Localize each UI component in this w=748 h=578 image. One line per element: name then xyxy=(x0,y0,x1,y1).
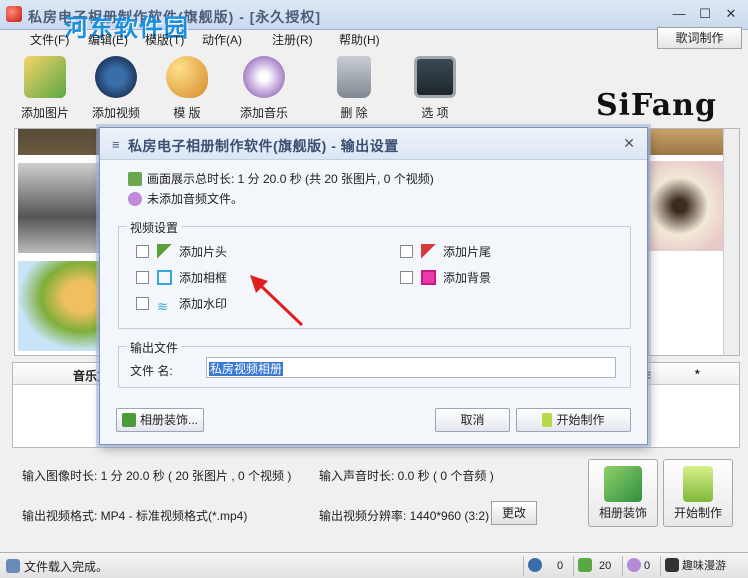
dialog-title: 私房电子相册制作软件(旗舰版) - 输出设置 xyxy=(128,138,399,154)
add-background-checkbox[interactable] xyxy=(400,271,413,284)
fun-tour-cell[interactable]: 趣味漫游 xyxy=(660,556,744,576)
dialog-title-bar: ≡ 私房电子相册制作软件(旗舰版) - 输出设置 ✕ xyxy=(100,128,647,160)
video-settings-group: 视频设置 添加片头 添加相框 ≋ 添加水印 添加片尾 添加背景 xyxy=(118,219,631,329)
image-duration-text: 输入图像时长: 1 分 20.0 秒 ( 20 张图片 , 0 个视频 ) xyxy=(22,469,292,483)
minimize-button[interactable]: — xyxy=(666,5,692,23)
image-count-cell: 20 xyxy=(573,556,619,576)
audio-count-icon xyxy=(627,558,641,572)
maximize-button[interactable]: ☐ xyxy=(692,5,718,23)
video-settings-label: 视频设置 xyxy=(127,219,182,236)
resolution-text: 输出视频分辨率: 1440*960 (3:2) xyxy=(319,509,490,523)
template-label: 模 版 xyxy=(173,106,201,120)
start-zip-icon xyxy=(683,466,713,502)
add-frame-checkbox[interactable] xyxy=(136,271,149,284)
no-audio-line: 未添加音频文件。 xyxy=(128,190,243,207)
start-making-big-label: 开始制作 xyxy=(673,506,722,520)
options-button[interactable]: 选 项 xyxy=(400,52,470,121)
red-arrow-annotation xyxy=(250,275,304,327)
trash-icon xyxy=(337,56,371,98)
decorate-album-big-label: 相册装饰 xyxy=(598,506,647,520)
status-text: 文件载入完成。 xyxy=(24,560,109,574)
preview-image xyxy=(649,161,725,251)
album-decorate-icon xyxy=(604,466,642,502)
film-icon xyxy=(665,558,679,572)
output-file-label: 输出文件 xyxy=(127,339,182,356)
video-count-icon xyxy=(528,558,542,572)
decorate-album-big-button[interactable]: 相册装饰 xyxy=(588,459,658,527)
status-bar: 文件载入完成。 0 20 0 趣味漫游 xyxy=(0,552,748,578)
change-button[interactable]: 更改 xyxy=(491,501,537,525)
add-background-option[interactable]: 添加背景 xyxy=(400,269,491,286)
album-decorate-small-icon xyxy=(121,413,136,427)
brand-logo: SiFang xyxy=(596,88,717,123)
preview-panel xyxy=(648,128,740,356)
add-watermark-option[interactable]: ≋ 添加水印 xyxy=(136,295,227,314)
video-count-cell: 0 xyxy=(523,556,569,576)
palette-icon xyxy=(166,56,208,98)
music-disc-icon xyxy=(243,56,285,98)
add-footer-option[interactable]: 添加片尾 xyxy=(400,243,491,260)
background-image-icon xyxy=(421,270,436,285)
add-video-icon xyxy=(95,56,137,98)
album-decorate-button[interactable]: 相册装饰... xyxy=(116,408,204,432)
menu-bar: 文件(F) 编辑(E) 模版(T) 动作(A) 注册(R) 帮助(H) xyxy=(0,30,748,48)
options-label: 选 项 xyxy=(421,106,449,120)
menu-template[interactable]: 模版(T) xyxy=(145,31,184,48)
video-format-text: 输出视频格式: MP4 - 标准视频格式(*.mp4) xyxy=(22,509,248,523)
start-zip-small-icon xyxy=(542,413,553,427)
cancel-button[interactable]: 取消 xyxy=(435,408,510,432)
frame-icon xyxy=(157,270,172,285)
dialog-close-button[interactable]: ✕ xyxy=(623,135,635,152)
preview-image xyxy=(649,129,725,155)
image-count-icon xyxy=(578,558,592,572)
image-duration-icon xyxy=(128,172,142,186)
vertical-scrollbar[interactable] xyxy=(723,129,739,355)
watermark-wave-icon: ≋ xyxy=(157,299,168,314)
add-watermark-checkbox[interactable] xyxy=(136,297,149,310)
close-button[interactable]: ✕ xyxy=(718,5,744,23)
add-image-button[interactable]: 添加图片 xyxy=(10,52,80,121)
app-logo-icon xyxy=(6,6,22,22)
menu-edit[interactable]: 编辑(E) xyxy=(88,31,128,48)
menu-action[interactable]: 动作(A) xyxy=(202,31,242,48)
green-flag-icon xyxy=(157,244,172,259)
dialog-menu-icon: ≡ xyxy=(112,137,120,152)
filename-label: 文件 名: xyxy=(130,364,173,378)
filename-input[interactable]: 私房视频相册 xyxy=(206,357,616,378)
add-header-checkbox[interactable] xyxy=(136,245,149,258)
title-bar: 私房电子相册制作软件(旗舰版) - [永久授权] 河东软件园 — ☐ ✕ xyxy=(0,0,748,42)
template-button[interactable]: 模 版 xyxy=(152,52,222,121)
audio-icon xyxy=(128,192,142,206)
add-music-label: 添加音乐 xyxy=(239,106,288,120)
menu-register[interactable]: 注册(R) xyxy=(272,31,313,48)
start-making-button[interactable]: 开始制作 xyxy=(516,408,631,432)
menu-file[interactable]: 文件(F) xyxy=(30,31,69,48)
menu-help[interactable]: 帮助(H) xyxy=(339,31,380,48)
lyric-button[interactable]: 歌词制作 xyxy=(657,27,742,49)
start-making-big-button[interactable]: 开始制作 xyxy=(663,459,733,527)
add-footer-checkbox[interactable] xyxy=(400,245,413,258)
settings-monitor-icon xyxy=(414,56,456,98)
delete-label: 删 除 xyxy=(340,106,368,120)
add-music-button[interactable]: 添加音乐 xyxy=(229,52,299,121)
add-header-option[interactable]: 添加片头 xyxy=(136,243,227,260)
add-image-label: 添加图片 xyxy=(20,106,69,120)
add-video-label: 添加视频 xyxy=(91,106,140,120)
star-column[interactable]: * xyxy=(695,367,700,381)
delete-button[interactable]: 删 除 xyxy=(319,52,389,121)
add-frame-option[interactable]: 添加相框 xyxy=(136,269,227,286)
total-duration-line: 画面展示总时长: 1 分 20.0 秒 (共 20 张图片, 0 个视频) xyxy=(128,170,434,187)
red-flag-icon xyxy=(421,244,436,259)
status-info-icon xyxy=(6,559,20,573)
add-image-icon xyxy=(24,56,66,98)
output-settings-dialog: ≡ 私房电子相册制作软件(旗舰版) - 输出设置 ✕ 画面展示总时长: 1 分 … xyxy=(99,127,648,445)
audio-duration-text: 输入声音时长: 0.0 秒 ( 0 个音频 ) xyxy=(319,469,494,483)
add-video-button[interactable]: 添加视频 xyxy=(81,52,151,121)
audio-count-cell: 0 xyxy=(622,556,656,576)
